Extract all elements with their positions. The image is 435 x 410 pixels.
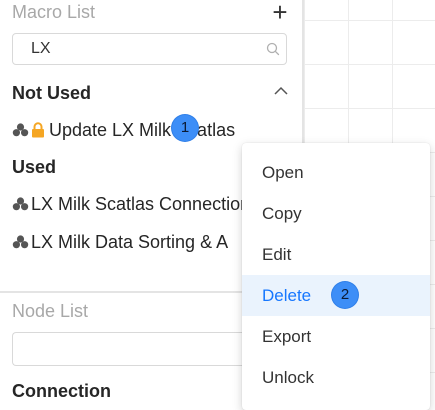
macro-item-label: LX Milk Scatlas Connection [31,193,251,214]
clubs-icon [12,197,29,211]
connection-group-title[interactable]: Connection [12,381,111,402]
chevron-up-icon[interactable] [273,85,289,97]
step-badge-1: 1 [172,115,198,141]
macro-search-input[interactable] [31,34,251,64]
menu-item-copy[interactable]: Copy [242,193,430,234]
menu-item-unlock[interactable]: Unlock [242,357,430,398]
menu-item-edit[interactable]: Edit [242,234,430,275]
node-list-title: Node List [12,301,89,321]
used-group-title[interactable]: Used [12,157,56,178]
macro-item-label: LX Milk Data Sorting & A [31,231,229,252]
clubs-icon [12,235,29,249]
macro-search-box[interactable] [12,33,287,65]
menu-item-delete[interactable]: Delete 2 [242,275,430,316]
clubs-icon [12,123,29,137]
not-used-group-title[interactable]: Not Used [12,83,91,104]
macro-item-lx-milk-data-sorting[interactable]: LX Milk Data Sorting & A [12,230,228,254]
menu-item-open[interactable]: Open [242,152,430,193]
menu-item-delete-label: Delete [262,286,312,305]
menu-item-export[interactable]: Export [242,316,430,357]
macro-list-title: Macro List [12,2,96,22]
macro-item-label: Update LX Milk Scatlas [49,119,236,140]
lock-icon [32,122,44,138]
macro-item-lx-milk-scatlas-connection[interactable]: LX Milk Scatlas Connection [12,192,250,216]
macro-item-update-lx-milk-scatlas[interactable]: Update LX Milk Scatlas [12,118,235,142]
search-icon[interactable] [266,42,280,56]
add-macro-icon[interactable]: + [268,0,292,25]
context-menu: Open Copy Edit Delete 2 Export Unlock [242,143,430,410]
step-badge-2: 2 [332,282,358,308]
